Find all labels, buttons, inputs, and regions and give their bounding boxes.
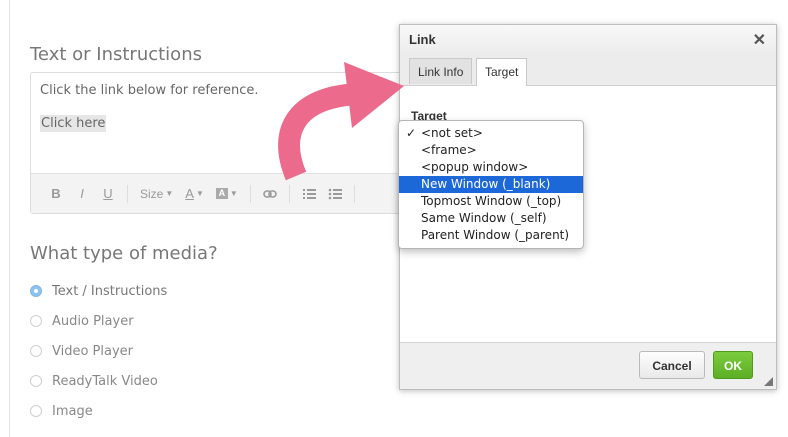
close-icon[interactable]: ✕	[753, 30, 766, 50]
link-icon[interactable]	[262, 189, 277, 199]
radio-readytalk-video[interactable]: ReadyTalk Video	[30, 366, 167, 396]
numbered-list-icon[interactable]	[302, 188, 316, 200]
toolbar-divider	[127, 184, 128, 203]
radio-label: Video Player	[52, 343, 134, 359]
background-color-button[interactable]: A ▼	[215, 188, 238, 199]
bold-button[interactable]: B	[49, 186, 63, 201]
tab-target[interactable]: Target	[476, 58, 528, 86]
underline-button[interactable]: U	[101, 186, 115, 201]
radio-label: Text / Instructions	[52, 283, 168, 299]
size-dropdown[interactable]: Size ▼	[140, 187, 173, 201]
radio-button[interactable]	[30, 405, 42, 417]
toolbar-divider	[353, 184, 355, 203]
toolbar-divider	[249, 184, 251, 203]
radio-audio-player[interactable]: Audio Player	[30, 306, 167, 336]
bulleted-list-icon[interactable]	[328, 188, 342, 200]
option-not-set[interactable]: ✓ <not set>	[399, 125, 583, 142]
ok-button[interactable]: OK	[713, 351, 753, 379]
media-type-radio-group: Text / Instructions Audio Player Video P…	[30, 276, 167, 426]
option-parent-window[interactable]: Parent Window (_parent)	[399, 227, 583, 244]
dialog-footer: Cancel OK	[400, 342, 776, 389]
background-color-icon: A	[215, 188, 228, 199]
dialog-tabs: Link Info Target	[400, 55, 776, 86]
option-same-window[interactable]: Same Window (_self)	[399, 210, 583, 227]
radio-button[interactable]	[30, 315, 42, 327]
chevron-down-icon: ▼	[165, 189, 174, 198]
left-border	[9, 0, 10, 437]
option-frame[interactable]: <frame>	[399, 142, 583, 159]
checkmark-icon: ✓	[406, 126, 417, 140]
radio-label: Audio Player	[52, 313, 134, 329]
option-popup-window[interactable]: <popup window>	[399, 159, 583, 176]
resize-grip-icon[interactable]	[764, 377, 773, 386]
radio-label: ReadyTalk Video	[52, 373, 158, 389]
target-dropdown-menu[interactable]: ✓ <not set> <frame> <popup window> New Wi…	[398, 120, 584, 249]
font-color-button[interactable]: A ▼	[185, 186, 204, 201]
option-new-window[interactable]: New Window (_blank)	[399, 176, 583, 193]
size-label: Size	[140, 186, 164, 201]
editor-link[interactable]: Click here	[40, 115, 107, 132]
radio-button-checked[interactable]	[30, 285, 42, 297]
text-section-title: Text or Instructions	[30, 44, 202, 65]
radio-button[interactable]	[30, 345, 42, 357]
toolbar-divider	[288, 184, 290, 203]
chevron-down-icon: ▼	[195, 189, 204, 198]
cancel-button[interactable]: Cancel	[639, 351, 705, 379]
editor-text: Click the link below for reference.	[40, 83, 259, 98]
radio-text-instructions[interactable]: Text / Instructions	[30, 276, 167, 306]
radio-label: Image	[52, 403, 93, 419]
option-label: <not set>	[421, 126, 483, 140]
italic-button[interactable]: I	[75, 186, 89, 201]
radio-video-player[interactable]: Video Player	[30, 336, 167, 366]
radio-button[interactable]	[30, 375, 42, 387]
chevron-down-icon: ▼	[229, 189, 238, 198]
radio-image[interactable]: Image	[30, 396, 167, 426]
editor-toolbar: B I U Size ▼ A ▼ A ▼	[31, 173, 409, 213]
option-topmost-window[interactable]: Topmost Window (_top)	[399, 193, 583, 210]
tab-link-info[interactable]: Link Info	[409, 58, 473, 84]
dialog-title: Link	[409, 32, 436, 47]
rich-text-editor[interactable]: Click the link below for reference. Clic…	[30, 72, 410, 214]
font-color-icon: A	[185, 186, 194, 201]
dialog-header[interactable]: Link ✕	[400, 25, 776, 56]
media-type-title: What type of media?	[30, 243, 218, 264]
